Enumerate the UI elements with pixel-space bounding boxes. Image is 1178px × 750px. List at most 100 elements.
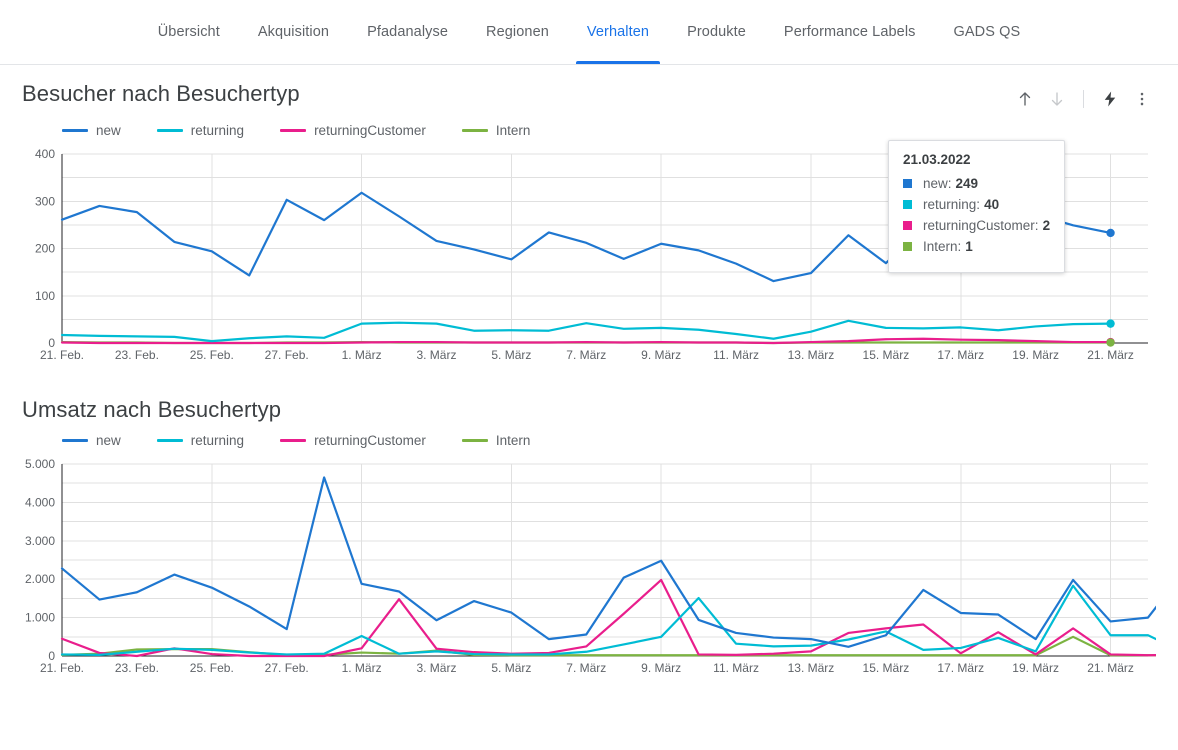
legend-swatch-new (62, 129, 88, 132)
x-axis-tick-label: 15. März (863, 348, 910, 362)
tooltip-value-intern: 1 (965, 239, 973, 254)
x-axis-tick-label: 9. März (641, 661, 681, 675)
x-axis-tick-label: 13. März (788, 661, 835, 675)
revenue-chart-area: 0 1.000 2.000 3.000 4.000 5.000 21. Feb. 23. Fe… (22, 454, 1156, 682)
top-navigation: Übersicht Akquisition Pfadanalyse Regionen V… (0, 0, 1178, 65)
page-title: Besucher nach Besuchertyp (22, 81, 300, 106)
tooltip-label-new: new (923, 176, 948, 191)
legend-swatch-intern (461, 129, 488, 132)
series-line-returning (60, 319, 1112, 343)
tooltip-value-returning: 40 (984, 197, 1000, 212)
x-axis-tick-label: 1. März (342, 661, 382, 675)
x-axis-tick-label: 11. März (713, 661, 759, 675)
x-axis-tick-label: 17. März (937, 348, 984, 362)
x-axis-tick-label: 3. März (416, 661, 456, 675)
legend-item-new[interactable]: new (62, 433, 121, 448)
arrow-down-icon[interactable] (1043, 85, 1071, 113)
legend-item-returningcustomer[interactable]: returningCustomer (280, 433, 426, 448)
legend-item-returningcustomer[interactable]: returningCustomer (280, 123, 426, 138)
x-axis-tick-label: 7. März (566, 348, 606, 362)
legend-label: returningCustomer (314, 433, 426, 448)
tab-label: GADS QS (953, 24, 1021, 40)
tab-akquisition[interactable]: Akquisition (239, 0, 348, 64)
data-point-marker-returning (1106, 319, 1115, 328)
tab-label: Verhalten (586, 24, 650, 40)
tab-produkte[interactable]: Produkte (668, 0, 765, 64)
visitors-chart-area: 0 100 200 300 400 21. Feb. 23. Feb. 25. Feb. 27.… (22, 140, 1156, 369)
tab-pfadanalyse[interactable]: Pfadanalyse (348, 0, 467, 64)
legend-item-intern[interactable]: Intern (461, 123, 531, 138)
y-axis-tick-label: 200 (35, 242, 55, 256)
tooltip-swatch-returning-customer (903, 221, 912, 230)
legend-swatch-new (62, 439, 88, 442)
legend-item-new[interactable]: new (62, 123, 121, 138)
x-axis-tick-label: 3. März (416, 348, 456, 362)
x-axis-tick-label: 5. März (491, 661, 531, 675)
x-axis-tick-label: 5. März (491, 348, 531, 362)
legend-item-returning[interactable]: returning (156, 433, 244, 448)
legend-item-intern[interactable]: Intern (461, 433, 530, 448)
series-line-returning (60, 584, 1156, 656)
y-axis-tick-label: 400 (35, 147, 55, 161)
legend-label: Intern (495, 123, 531, 138)
tab-regionen[interactable]: Regionen (467, 0, 568, 64)
chart-toolbar (1011, 81, 1156, 113)
chart-header: Besucher nach Besuchertyp (22, 81, 1156, 113)
legend-label: new (96, 433, 121, 448)
tooltip-label-returning: returning (923, 197, 977, 212)
x-axis-tick-label: 19. März (1012, 348, 1059, 362)
tooltip-swatch-returning (903, 200, 912, 209)
x-axis-tick-label: 21. März (1087, 348, 1134, 362)
legend-label: new (96, 123, 121, 138)
x-axis-tick-label: 21. Feb. (40, 661, 84, 675)
revenue-line-chart[interactable]: 01.0002.0003.0004.0005.00021. Feb. 23. Fe… (22, 454, 1156, 682)
x-axis-tick-label: 1. März (342, 348, 382, 362)
nav-tab-list: Übersicht Akquisition Pfadanalyse Regionen V… (139, 0, 1040, 64)
arrow-up-icon[interactable] (1011, 85, 1039, 113)
x-axis-tick-label: 15. März (863, 661, 910, 675)
y-axis-tick-label: 2.000 (25, 572, 55, 586)
x-axis-tick-label: 9. März (641, 348, 681, 362)
tooltip-row: Intern: 1 (903, 239, 1050, 254)
x-axis-tick-label: 25. Feb. (190, 348, 234, 362)
tooltip-label-returning-customer: returningCustomer (923, 218, 1035, 233)
tooltip-swatch-intern (903, 242, 912, 251)
tooltip-row: new: 249 (903, 176, 1050, 191)
y-axis-tick-label: 3.000 (25, 534, 55, 548)
tooltip-value-returning-customer: 2 (1042, 218, 1051, 233)
visitors-chart-card: Besucher nach Besuchertyp new returning … (0, 65, 1178, 369)
tooltip-label-intern: Intern (923, 239, 958, 254)
y-axis-tick-label: 5.000 (25, 457, 55, 471)
tab-label: Performance Labels (783, 24, 916, 40)
tab-performance-labels[interactable]: Performance Labels (765, 0, 935, 64)
legend-swatch-returningcustomer (280, 439, 307, 442)
x-axis-tick-label: 21. März (1087, 661, 1134, 675)
lightning-bolt-icon[interactable] (1096, 85, 1124, 113)
legend-item-returning[interactable]: returning (156, 123, 245, 138)
revenue-chart-card: Umsatz nach Besuchertyp new returning retu… (0, 397, 1178, 682)
x-axis-tick-label: 7. März (566, 661, 606, 675)
revenue-chart-title: Umsatz nach Besuchertyp (22, 397, 282, 422)
x-axis-tick-label: 25. Feb. (190, 661, 234, 675)
more-vert-icon[interactable] (1128, 85, 1156, 113)
x-axis-tick-label: 27. Feb. (265, 661, 309, 675)
tab-gads-qs[interactable]: GADS QS (935, 0, 1040, 64)
x-axis-tick-label: 21. Feb. (40, 348, 84, 362)
data-point-marker-new (1106, 228, 1115, 238)
x-axis-tick-label: 19. März (1012, 661, 1059, 675)
x-axis-tick-label: 23. Feb. (115, 348, 159, 362)
tab-verhalten[interactable]: Verhalten (568, 0, 668, 64)
y-axis-tick-label: 4.000 (25, 495, 55, 509)
x-axis-tick-label: 17. März (937, 661, 984, 675)
tab-label: Pfadanalyse (367, 24, 449, 40)
tooltip-date: 21.03.2022 (903, 152, 971, 167)
legend-swatch-intern (461, 439, 488, 442)
x-axis-tick-label: 11. März (713, 348, 759, 362)
tooltip-row: returningCustomer: 2 (903, 218, 1050, 233)
data-point-marker-intern (1106, 338, 1115, 347)
tab--bersicht[interactable]: Übersicht (139, 0, 239, 64)
legend-label: returning (190, 123, 245, 138)
y-axis-tick-label: 100 (35, 289, 55, 303)
legend-swatch-returning (156, 439, 183, 442)
